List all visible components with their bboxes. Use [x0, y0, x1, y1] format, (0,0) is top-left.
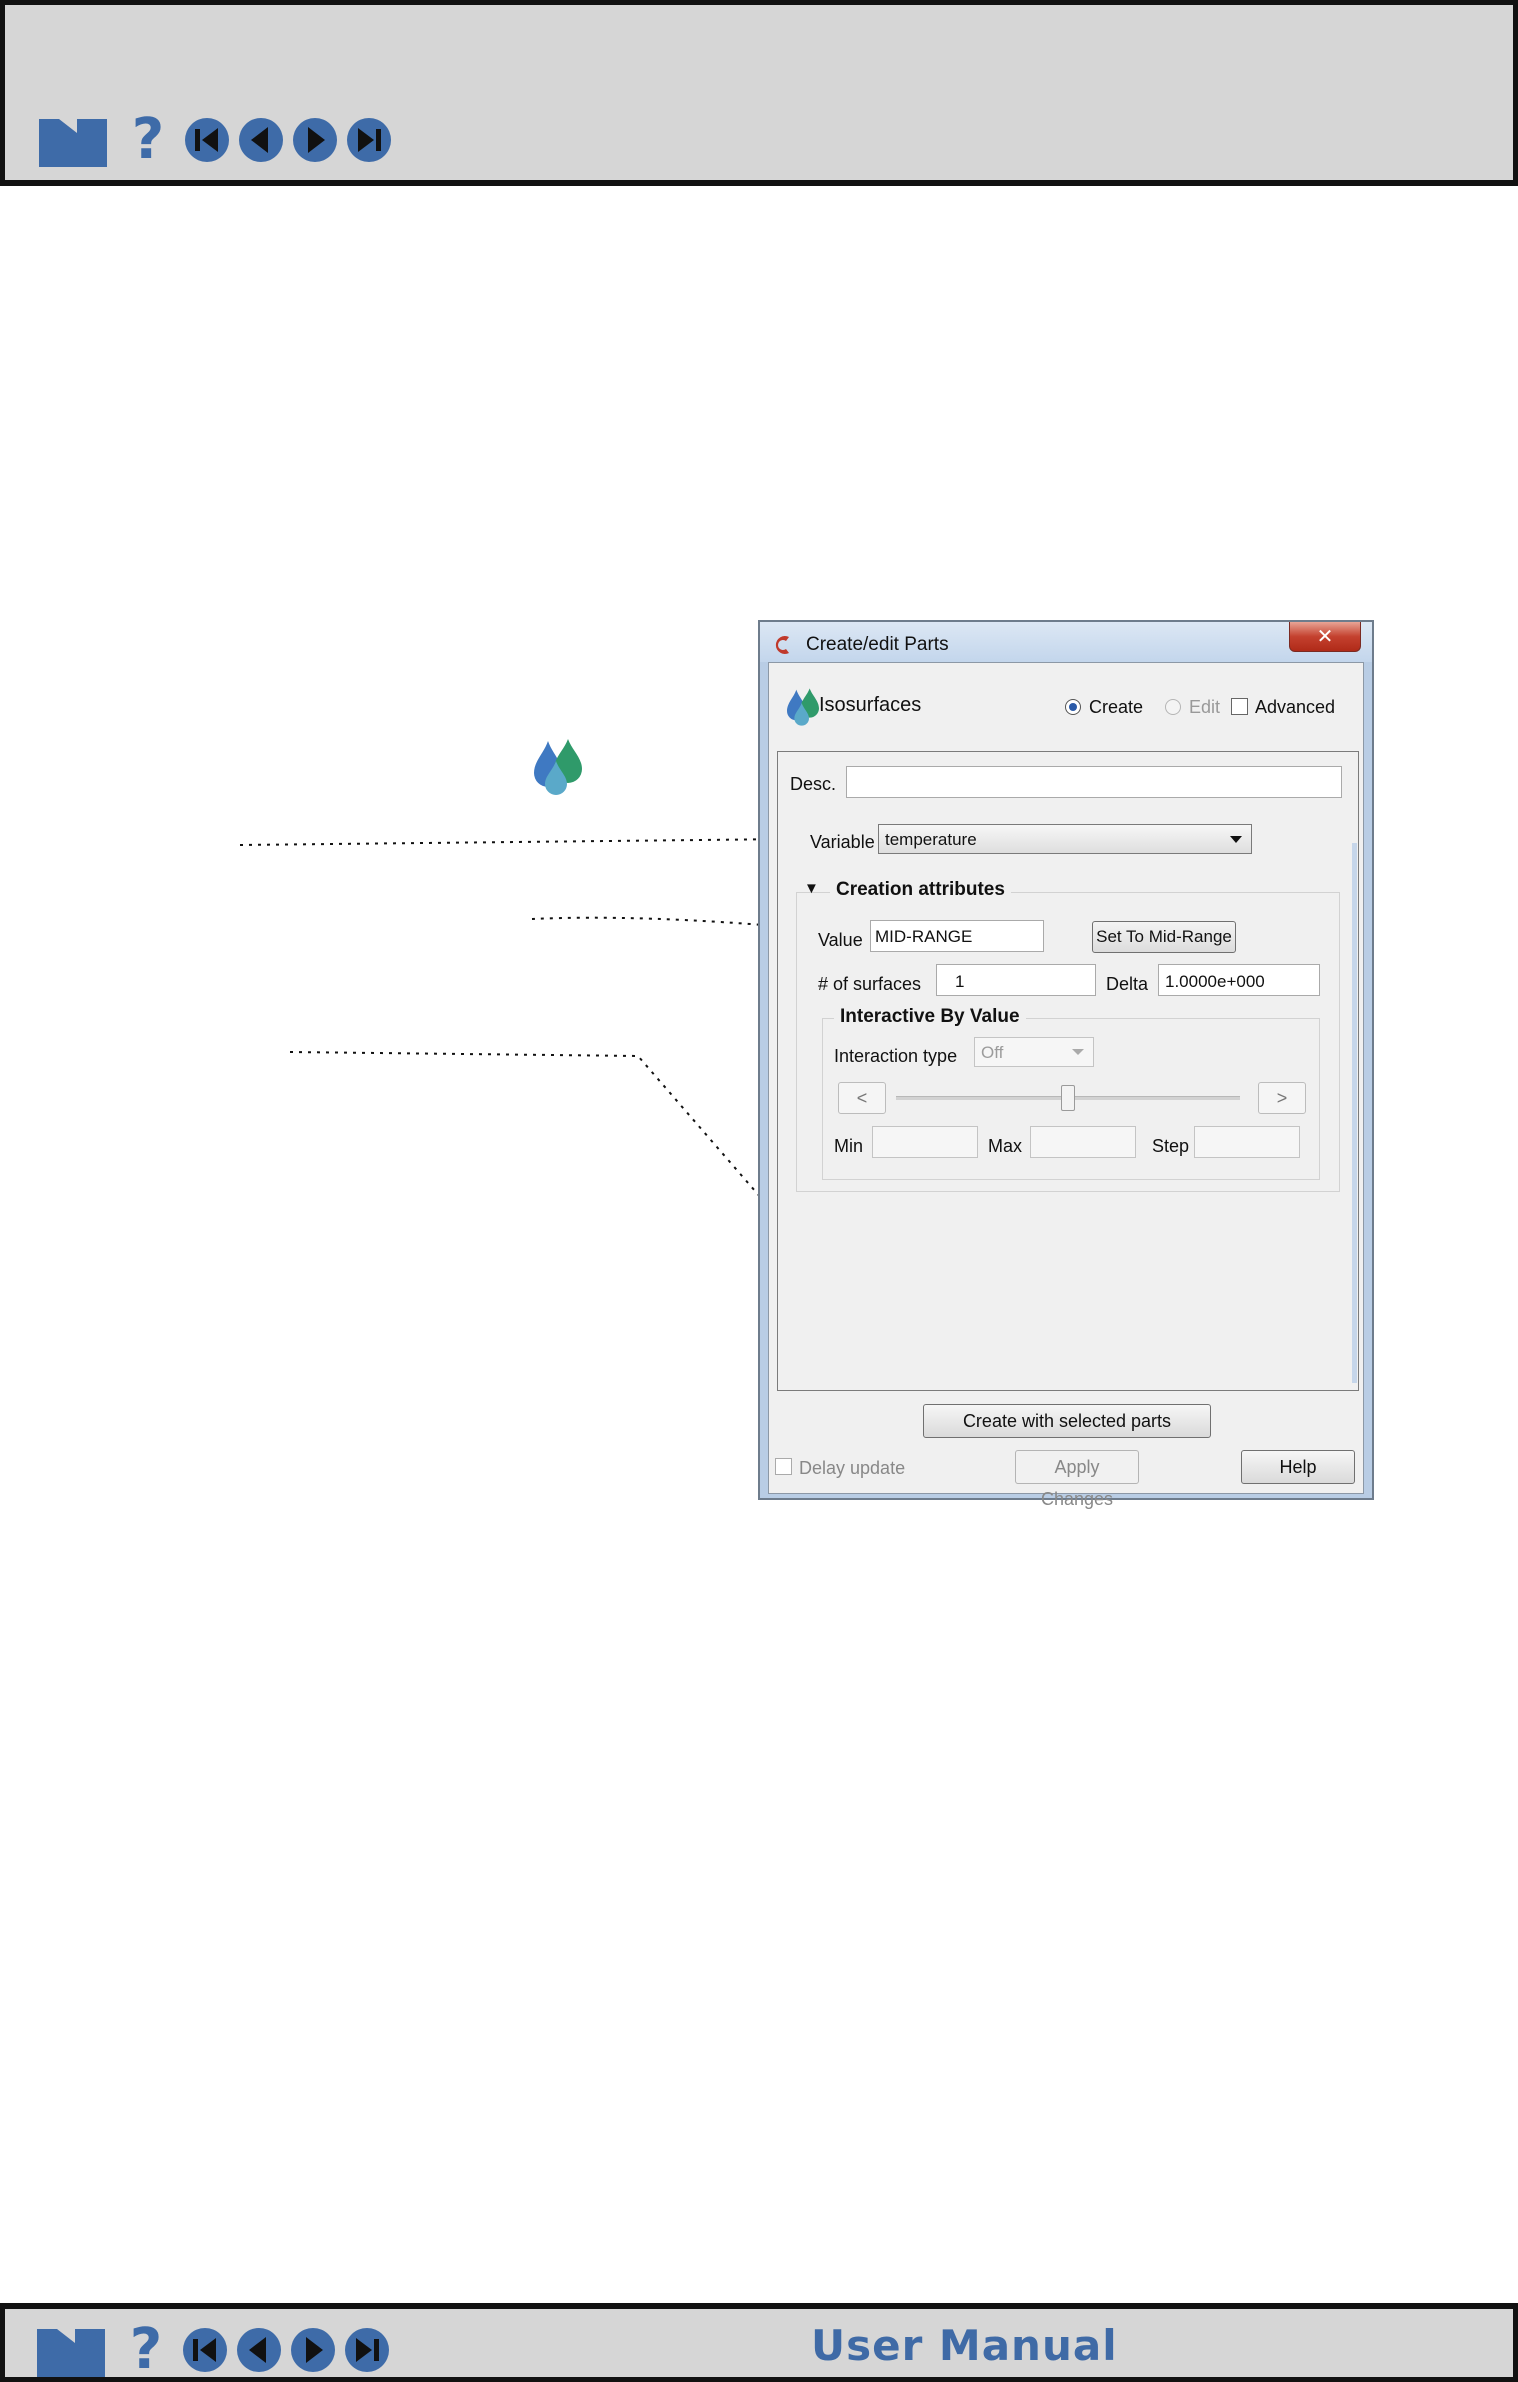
number-of-surfaces-label: # of surfaces [818, 974, 922, 994]
top-nav-icons: ? [37, 112, 399, 168]
interactive-by-value-title: Interactive By Value [834, 1006, 1026, 1028]
desc-label: Desc. [790, 774, 837, 794]
delay-update-checkbox[interactable] [775, 1458, 792, 1475]
value-label: Value [818, 930, 863, 950]
creation-attributes-title[interactable]: Creation attributes [830, 879, 1011, 901]
value-input[interactable]: MID-RANGE [870, 920, 1044, 952]
advanced-checkbox[interactable] [1231, 698, 1248, 715]
app-logo-icon [775, 636, 789, 654]
create-radio-label[interactable]: Create [1089, 697, 1143, 718]
previous-page-icon[interactable] [235, 2326, 283, 2374]
dropdown-arrow-icon [1072, 1049, 1084, 1055]
home-icon[interactable] [35, 2323, 107, 2377]
collapse-triangle-icon[interactable]: ▼ [804, 880, 819, 897]
slider-decrement-button[interactable]: < [838, 1082, 886, 1114]
dropdown-arrow-icon [1230, 836, 1242, 843]
part-type-label: Isosurfaces [819, 694, 922, 716]
help-icon[interactable]: ? [125, 2322, 167, 2378]
help-button[interactable]: Help [1241, 1450, 1355, 1484]
set-to-mid-range-button[interactable]: Set To Mid-Range [1092, 921, 1236, 953]
dialog-titlebar[interactable]: Create/edit Parts ✕ [760, 622, 1372, 662]
step-label: Step [1152, 1136, 1190, 1156]
slider-increment-button[interactable]: > [1258, 1082, 1306, 1114]
min-input[interactable] [872, 1126, 978, 1158]
first-page-icon[interactable] [183, 116, 231, 164]
help-icon[interactable]: ? [127, 112, 169, 168]
footer-title: User Manual [811, 2321, 1118, 2370]
variable-label: Variable [810, 832, 875, 852]
dialog-title: Create/edit Parts [806, 634, 949, 655]
bottom-nav-icons: ? [35, 2322, 397, 2378]
create-edit-parts-dialog: Create/edit Parts ✕ Isosurfaces Create E… [758, 620, 1374, 1509]
create-with-selected-parts-button[interactable]: Create with selected parts [923, 1404, 1211, 1438]
edit-radio[interactable] [1165, 699, 1181, 715]
variable-select-value: temperature [885, 830, 977, 849]
edit-radio-label[interactable]: Edit [1189, 697, 1220, 718]
delay-update-label[interactable]: Delay update [799, 1458, 905, 1479]
delta-input[interactable]: 1.0000e+000 [1158, 964, 1320, 996]
attributes-panel: Desc. Variable temperature ▼ Creation at… [777, 751, 1359, 1391]
close-icon: ✕ [1316, 624, 1334, 648]
desc-input[interactable] [846, 766, 1342, 798]
variable-select[interactable]: temperature [878, 824, 1252, 854]
next-page-icon[interactable] [291, 116, 339, 164]
value-slider-thumb[interactable] [1061, 1085, 1075, 1111]
isosurface-drops-icon [534, 739, 582, 795]
last-page-icon[interactable] [343, 2326, 391, 2374]
dialog-client-area: Isosurfaces Create Edit Advanced Desc. V… [768, 662, 1364, 1509]
number-of-surfaces-input[interactable]: 1 [936, 964, 1096, 996]
last-page-icon[interactable] [345, 116, 393, 164]
bottom-navigation-bar: ? User Manual [0, 2303, 1518, 2382]
previous-page-icon[interactable] [237, 116, 285, 164]
max-label: Max [988, 1136, 1023, 1156]
min-label: Min [834, 1136, 864, 1156]
isosurface-drops-icon [787, 688, 819, 726]
home-icon[interactable] [37, 113, 109, 167]
panel-scrollbar[interactable] [1352, 843, 1357, 1383]
callout-variable [239, 829, 794, 850]
close-button[interactable]: ✕ [1289, 622, 1361, 652]
first-page-icon[interactable] [181, 2326, 229, 2374]
max-input[interactable] [1030, 1126, 1136, 1158]
interaction-type-value: Off [981, 1043, 1004, 1062]
delta-label: Delta [1106, 974, 1149, 994]
interaction-type-label: Interaction type [834, 1046, 958, 1066]
top-navigation-bar: ? [0, 0, 1518, 186]
advanced-checkbox-label[interactable]: Advanced [1255, 697, 1335, 718]
next-page-icon[interactable] [289, 2326, 337, 2374]
step-input[interactable] [1194, 1126, 1300, 1158]
apply-changes-button[interactable]: Apply Changes [1015, 1450, 1139, 1509]
create-radio[interactable] [1065, 699, 1081, 715]
interaction-type-select[interactable]: Off [974, 1037, 1094, 1067]
